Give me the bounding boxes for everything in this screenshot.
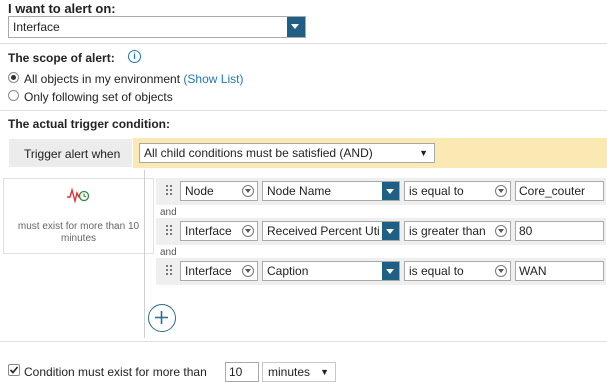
- add-condition-button[interactable]: [148, 304, 176, 332]
- info-icon[interactable]: i: [128, 50, 141, 63]
- drag-handle-icon[interactable]: [166, 185, 174, 197]
- condition-field-select-value: Node Name: [267, 184, 332, 198]
- chevron-down-icon: [242, 225, 254, 237]
- chevron-down-icon: [382, 182, 399, 200]
- condition-operator-select[interactable]: is greater than: [404, 221, 511, 241]
- condition-object-select-value: Node: [185, 184, 214, 198]
- duration-input[interactable]: 10: [225, 362, 259, 382]
- chevron-down-icon: [287, 17, 305, 37]
- condition-object-select[interactable]: Interface: [180, 221, 258, 241]
- condition-row: Interface Received Percent Uti is greater …: [156, 218, 606, 245]
- condition-bracket: [144, 170, 145, 338]
- condition-operator-select[interactable]: is equal to: [404, 261, 511, 281]
- chevron-down-icon: [495, 225, 507, 237]
- scope-label: The scope of alert:: [8, 51, 115, 65]
- drag-handle-icon[interactable]: [166, 225, 174, 237]
- condition-value-input[interactable]: Core_couter: [515, 181, 604, 201]
- scope-following-label: Only following set of objects: [24, 90, 173, 104]
- condition-operator-select-value: is greater than: [409, 224, 486, 238]
- chevron-down-icon: [382, 262, 399, 280]
- plus-icon: [155, 311, 168, 324]
- condition-object-select[interactable]: Node: [180, 181, 258, 201]
- divider: [0, 341, 607, 342]
- chevron-down-icon: [495, 265, 507, 277]
- duration-label: Condition must exist for more than: [24, 365, 207, 379]
- condition-operator-select[interactable]: is equal to: [404, 181, 511, 201]
- show-list-link[interactable]: (Show List): [183, 72, 243, 86]
- chevron-down-icon: [382, 222, 399, 240]
- condition-summary-box: must exist for more than 10 minutes: [3, 178, 154, 254]
- and-connector-label: and: [160, 207, 177, 218]
- condition-value-input[interactable]: WAN: [515, 261, 604, 281]
- radio-following-objects[interactable]: [8, 90, 19, 101]
- condition-field-select[interactable]: Received Percent Uti: [262, 221, 400, 241]
- duration-unit-select[interactable]: minutes ▼: [262, 362, 336, 382]
- condition-object-select-value: Interface: [185, 264, 232, 278]
- checkmark-icon: [9, 366, 19, 374]
- condition-field-select[interactable]: Caption: [262, 261, 400, 281]
- condition-value-input[interactable]: 80: [515, 221, 604, 241]
- caret-down-icon: ▼: [419, 148, 428, 158]
- duration-unit-value: minutes: [268, 365, 311, 379]
- divider: [0, 110, 607, 111]
- divider: [0, 43, 607, 44]
- chevron-down-icon: [242, 185, 254, 197]
- alert-on-label: I want to alert on:: [8, 1, 116, 16]
- condition-summary-text: must exist for more than 10 minutes: [17, 221, 140, 244]
- trigger-when-value: All child conditions must be satisfied (…: [144, 146, 373, 160]
- trigger-when-box: Trigger alert when: [9, 139, 132, 167]
- and-connector-label: and: [160, 247, 177, 258]
- condition-row: Node Node Name is equal to Core_couter: [156, 178, 606, 205]
- chevron-down-icon: [495, 185, 507, 197]
- alert-on-value: Interface: [13, 20, 60, 34]
- condition-field-select-value: Received Percent Uti: [267, 224, 380, 238]
- condition-duration-checkbox[interactable]: [8, 364, 20, 376]
- trigger-when-label: Trigger alert when: [24, 147, 121, 161]
- alert-on-select[interactable]: Interface: [8, 16, 306, 38]
- condition-operator-select-value: is equal to: [409, 184, 464, 198]
- condition-field-select-value: Caption: [267, 264, 309, 278]
- caret-down-icon: ▼: [320, 367, 329, 377]
- drag-handle-icon[interactable]: [166, 265, 174, 277]
- trigger-heading: The actual trigger condition:: [8, 117, 171, 131]
- radio-all-objects[interactable]: [8, 72, 19, 83]
- condition-row: Interface Caption is equal to WAN: [156, 258, 606, 285]
- trigger-when-select[interactable]: All child conditions must be satisfied (…: [139, 143, 435, 163]
- scope-all-label: All objects in my environment: [24, 72, 181, 86]
- chevron-down-icon: [242, 265, 254, 277]
- condition-object-select[interactable]: Interface: [180, 261, 258, 281]
- condition-field-select[interactable]: Node Name: [262, 181, 400, 201]
- waveform-clock-icon: [67, 187, 90, 203]
- condition-operator-select-value: is equal to: [409, 264, 464, 278]
- scope-all-text: All objects in my environment (Show List…: [24, 72, 243, 86]
- condition-object-select-value: Interface: [185, 224, 232, 238]
